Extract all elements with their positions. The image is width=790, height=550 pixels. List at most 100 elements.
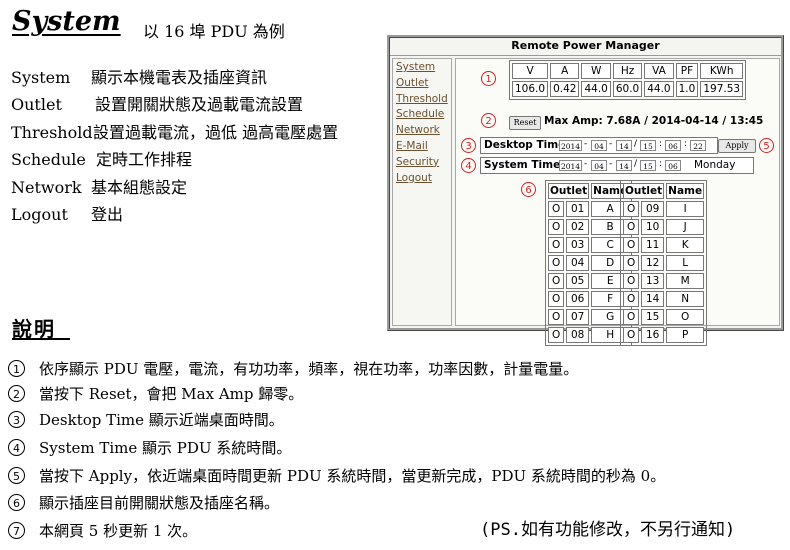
date-separator: - xyxy=(609,159,613,169)
outlet-state[interactable]: O xyxy=(548,237,565,253)
menu-term: Outlet xyxy=(11,95,62,114)
apply-button[interactable]: Apply xyxy=(718,139,756,153)
desktop-day-field[interactable]: 14 xyxy=(616,140,632,151)
outlet-header-row: Outlet Name xyxy=(623,183,705,199)
outlet-name: K xyxy=(666,237,705,253)
nav-link-email[interactable]: E-Mail xyxy=(393,139,451,155)
table-row: O 13 M xyxy=(623,273,705,289)
outlet-number: 05 xyxy=(566,273,590,289)
note-item-2: 2 當按下 Reset，會把 Max Amp 歸零。 xyxy=(8,383,303,407)
system-weekday: Monday xyxy=(694,159,736,171)
table-row: O 08 H xyxy=(548,327,630,343)
system-time-label: System Time xyxy=(484,159,561,171)
callout-3: 3 xyxy=(461,138,476,153)
panel-title: Remote Power Manager xyxy=(390,38,781,56)
nav-link-network[interactable]: Network xyxy=(393,123,451,139)
outlet-state[interactable]: O xyxy=(548,291,565,307)
meter-header-cell: A xyxy=(550,63,580,79)
meter-value-cell: 106.0 xyxy=(512,81,549,97)
nav-link-system[interactable]: System xyxy=(393,60,451,76)
note-item-4: 4 System Time 顯示 PDU 系統時間。 xyxy=(8,437,291,461)
table-row: O 09 I xyxy=(623,201,705,217)
note-item-6: 6 顯示插座目前開關狀態及插座名稱。 xyxy=(8,492,279,516)
menu-desc: 定時工作排程 xyxy=(96,150,193,169)
menu-desc-threshold: Threshold設置過載電流，過低 過高電壓處置 xyxy=(11,119,338,145)
note-number: 1 xyxy=(8,360,25,377)
meter-header-cell: PF xyxy=(675,63,699,79)
meter-value-cell: 1.0 xyxy=(675,81,699,97)
desktop-hour-field[interactable]: 15 xyxy=(640,140,656,151)
outlet-name: I xyxy=(666,201,705,217)
nav-link-logout[interactable]: Logout xyxy=(393,171,451,187)
note-number: 4 xyxy=(8,439,25,456)
meter-value-cell: 44.0 xyxy=(644,81,674,97)
note-text: 顯示插座目前開關狀態及插座名稱。 xyxy=(39,494,280,512)
remote-power-manager-screenshot: Remote Power Manager System Outlet Thres… xyxy=(387,35,784,346)
outlet-header-row: Outlet Name xyxy=(548,183,630,199)
reset-button[interactable]: Reset xyxy=(509,116,541,130)
menu-term: System xyxy=(11,68,71,87)
meter-header-cell: Hz xyxy=(612,63,643,79)
system-minute-field: 06 xyxy=(665,160,681,171)
nav-link-threshold[interactable]: Threshold xyxy=(393,92,451,108)
time-separator: : xyxy=(659,139,663,149)
outlet-column-header: Outlet xyxy=(623,183,665,199)
desktop-year-field[interactable]: 2014 xyxy=(559,140,582,151)
outlet-number: 16 xyxy=(641,327,665,343)
desktop-second-field[interactable]: 22 xyxy=(690,140,706,151)
note-text: 本網頁 5 秒更新 1 次。 xyxy=(39,522,198,540)
callout-1: 1 xyxy=(481,71,496,86)
outlet-number: 08 xyxy=(566,327,590,343)
table-row: O 12 L xyxy=(623,255,705,271)
note-number: 2 xyxy=(8,385,25,402)
menu-desc-network: Network 基本組態設定 xyxy=(11,174,187,200)
name-column-header: Name xyxy=(666,183,705,199)
outlet-state[interactable]: O xyxy=(548,273,565,289)
table-row: O 03 C xyxy=(548,237,630,253)
menu-desc: 登出 xyxy=(91,205,124,224)
outlet-state[interactable]: O xyxy=(623,327,640,343)
outlet-table-right: Outlet Name O 09 I O 10 J O 11 K O 12 L O 13 M O 14… xyxy=(620,180,708,346)
nav-link-outlet[interactable]: Outlet xyxy=(393,76,451,92)
system-hour-field: 15 xyxy=(640,160,656,171)
outlet-state[interactable]: O xyxy=(623,219,640,235)
note-item-7: 7 本網頁 5 秒更新 1 次。 xyxy=(8,520,197,544)
panel-main: 1 V A W Hz VA PF KWh 106.0 0.42 44.0 60.… xyxy=(455,58,780,346)
meter-header-cell: W xyxy=(581,63,611,79)
nav-link-schedule[interactable]: Schedule xyxy=(393,107,451,123)
date-time-separator: / xyxy=(634,159,638,169)
desktop-month-field[interactable]: 04 xyxy=(591,140,607,151)
menu-desc: 顯示本機電表及插座資訊 xyxy=(91,68,268,87)
meter-value-cell: 44.0 xyxy=(581,81,611,97)
outlet-number: 12 xyxy=(641,255,665,271)
outlet-state[interactable]: O xyxy=(623,309,640,325)
outlet-state[interactable]: O xyxy=(548,327,565,343)
outlet-state[interactable]: O xyxy=(623,255,640,271)
outlet-state[interactable]: O xyxy=(623,201,640,217)
meter-value-cell: 60.0 xyxy=(612,81,643,97)
system-time-row: System Time 2014 - 04 - 14 / 15 : 06 Mon… xyxy=(480,157,754,174)
nav-link-security[interactable]: Security xyxy=(393,155,451,171)
table-row: O 05 E xyxy=(548,273,630,289)
outlet-number: 10 xyxy=(641,219,665,235)
outlet-number: 09 xyxy=(641,201,665,217)
table-row: O 04 D xyxy=(548,255,630,271)
desktop-minute-field[interactable]: 06 xyxy=(665,140,681,151)
time-separator: : xyxy=(684,139,688,149)
outlet-state[interactable]: O xyxy=(548,309,565,325)
menu-desc-system: System 顯示本機電表及插座資訊 xyxy=(11,64,267,90)
page-subtitle: 以 16 埠 PDU 為例 xyxy=(143,22,285,41)
outlet-state[interactable]: O xyxy=(548,201,565,217)
menu-desc: 設置開關狀態及過載電流設置 xyxy=(95,95,304,114)
outlet-state[interactable]: O xyxy=(623,291,640,307)
outlet-state[interactable]: O xyxy=(548,219,565,235)
note-number: 6 xyxy=(8,494,25,511)
outlet-state[interactable]: O xyxy=(623,273,640,289)
outlet-state[interactable]: O xyxy=(623,237,640,253)
table-row: O 15 O xyxy=(623,309,705,325)
note-text: System Time 顯示 PDU 系統時間。 xyxy=(39,439,292,457)
outlet-state[interactable]: O xyxy=(548,255,565,271)
note-text: Desktop Time 顯示近端桌面時間。 xyxy=(39,411,284,429)
desktop-time-row: Desktop Time 2014 - 04 - 14 / 15 : 06 : … xyxy=(480,137,718,154)
menu-term: Threshold xyxy=(11,123,93,142)
